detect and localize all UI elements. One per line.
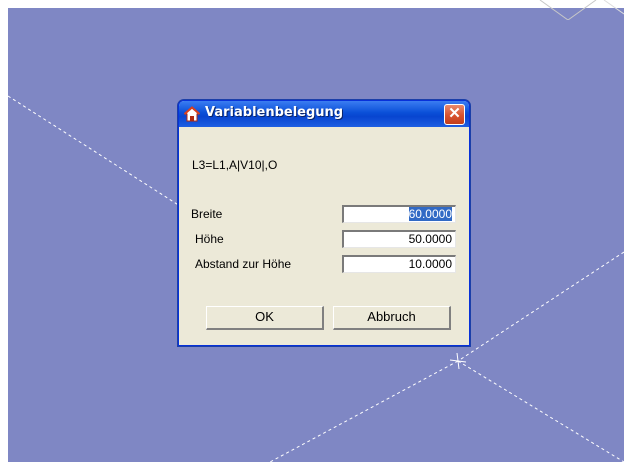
close-icon: ✕ (448, 105, 461, 122)
breite-value: 60.0000 (408, 207, 452, 221)
close-button[interactable]: ✕ (444, 104, 465, 125)
house-icon (184, 106, 200, 122)
hoehe-value: 50.0000 (408, 232, 452, 246)
formula-text: L3=L1,A|V10|,O (192, 158, 278, 172)
abstand-value: 10.0000 (408, 257, 452, 271)
variable-assignment-dialog: Variablenbelegung ✕ L3=L1,A|V10|,O Breit… (178, 100, 470, 346)
ok-button[interactable]: OK (206, 306, 324, 330)
field-label-breite: Breite (191, 207, 223, 221)
dialog-title: Variablenbelegung (205, 105, 344, 120)
abstand-input[interactable]: 10.0000 (342, 255, 456, 273)
breite-input[interactable]: 60.0000 (342, 205, 456, 223)
corner-sketch (539, 0, 624, 20)
hoehe-input[interactable]: 50.0000 (342, 230, 456, 248)
field-label-hoehe: Höhe (195, 232, 224, 246)
cancel-button[interactable]: Abbruch (333, 306, 451, 330)
field-label-abstand: Abstand zur Höhe (195, 257, 292, 271)
dialog-titlebar[interactable]: Variablenbelegung ✕ (179, 101, 469, 127)
